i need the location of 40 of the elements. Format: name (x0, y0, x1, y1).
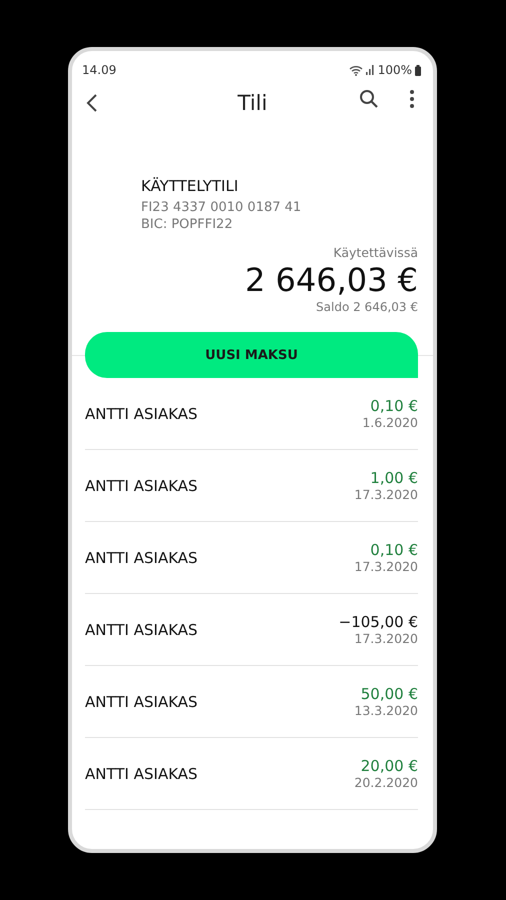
transaction-row[interactable]: ANTTI ASIAKAS −105,00 € 17.3.2020 (85, 594, 418, 666)
account-name: KÄYTTELYTILI (141, 177, 240, 195)
transaction-date: 17.3.2020 (354, 487, 418, 502)
transaction-date: 17.3.2020 (354, 559, 418, 574)
payee-name: ANTTI ASIAKAS (85, 548, 198, 566)
transaction-date: 13.3.2020 (354, 703, 418, 718)
available-amount: 2 646,03 € (244, 260, 418, 300)
transaction-date: 17.3.2020 (354, 631, 418, 646)
wifi-icon (348, 64, 363, 76)
payee-name: ANTTI ASIAKAS (85, 620, 198, 638)
transaction-row[interactable]: ANTTI ASIAKAS 0,10 € 17.3.2020 (85, 522, 418, 594)
back-icon[interactable] (86, 93, 98, 113)
transaction-row[interactable]: ANTTI ASIAKAS 50,00 € 13.3.2020 (85, 666, 418, 738)
search-icon[interactable] (359, 89, 379, 109)
status-time: 14.09 (82, 63, 116, 77)
balance-text: Saldo 2 646,03 € (316, 300, 418, 314)
transaction-amount: 0,10 € (370, 541, 418, 559)
account-iban: FI23 4337 0010 0187 41 (141, 199, 302, 216)
transaction-amount: −105,00 € (338, 613, 418, 631)
battery-percent: 100% (378, 63, 412, 77)
transaction-amount: 0,10 € (370, 397, 418, 415)
payee-name: ANTTI ASIAKAS (85, 404, 198, 422)
transaction-row[interactable]: ANTTI ASIAKAS 1,00 € 17.3.2020 (85, 450, 418, 522)
battery-icon (415, 64, 421, 76)
transaction-date: 1.6.2020 (362, 415, 418, 430)
transaction-amount: 1,00 € (370, 469, 418, 487)
signal-icon (366, 65, 375, 75)
transaction-date: 20.2.2020 (354, 775, 418, 790)
page-title: Tili (238, 91, 268, 115)
payee-name: ANTTI ASIAKAS (85, 764, 198, 782)
new-payment-button[interactable]: UUSI MAKSU (85, 332, 418, 378)
transaction-row[interactable]: ANTTI ASIAKAS 20,00 € 20.2.2020 (85, 738, 418, 810)
payee-name: ANTTI ASIAKAS (85, 692, 198, 710)
more-options-icon[interactable] (409, 89, 415, 109)
transaction-amount: 50,00 € (360, 685, 418, 703)
transaction-amount: 20,00 € (360, 757, 418, 775)
transaction-row[interactable]: ANTTI ASIAKAS 0,10 € 1.6.2020 (85, 378, 418, 450)
available-label: Käytettävissä (333, 245, 418, 260)
payee-name: ANTTI ASIAKAS (85, 476, 198, 494)
account-bic: BIC: POPFFI22 (141, 216, 234, 233)
